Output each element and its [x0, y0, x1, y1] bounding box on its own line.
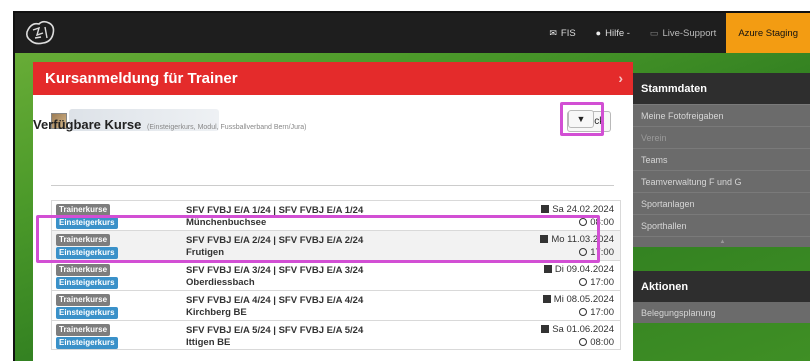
course-date: Mi 08.05.2024 — [542, 294, 614, 305]
environment-badge[interactable]: Azure Staging — [726, 13, 810, 53]
sidebar-item-sporthallen[interactable]: Sporthallen — [633, 214, 810, 236]
sidebar-heading-label: Stammdaten — [641, 82, 708, 95]
environment-label: Azure Staging — [738, 27, 798, 39]
badges: Trainerkurse Einsteigerkurs — [56, 324, 118, 350]
course-row[interactable]: Trainerkurse Einsteigerkurs SFV FVBJ E/A… — [51, 290, 621, 320]
nav-help[interactable]: ● Hilfe - — [586, 13, 640, 53]
course-title: SFV FVBJ E/A 4/24 | SFV FVBJ E/A 4/24 — [186, 295, 364, 306]
course-level-badge: Einsteigerkurs — [56, 277, 118, 289]
course-time-text: 08:00 — [590, 337, 614, 348]
course-place: Oberdiessbach — [186, 277, 255, 288]
course-time-text: 17:00 — [590, 307, 614, 318]
filter-button[interactable]: ▼ — [568, 110, 594, 128]
section-divider — [51, 185, 614, 186]
sidebar-item-label: Sportanlagen — [641, 198, 695, 209]
course-date: Sa 01.06.2024 — [541, 324, 614, 335]
course-row[interactable]: Trainerkurse Einsteigerkurs SFV FVBJ E/A… — [51, 260, 621, 290]
clock-icon — [579, 278, 588, 286]
chevron-right-icon[interactable]: › — [618, 70, 623, 86]
clock-icon — [579, 338, 588, 346]
nav-live-support[interactable]: ▭ Live-Support — [640, 13, 726, 53]
help-icon: ● — [595, 28, 602, 38]
sidebar-item-label: Sporthallen — [641, 220, 687, 231]
sidebar-item-label: Meine Fotofreigaben — [641, 110, 724, 121]
section-title-text: Verfügbare Kurse — [33, 117, 142, 132]
course-date-text: Mi 08.05.2024 — [553, 294, 614, 305]
page-title: Kursanmeldung für Trainer — [45, 70, 238, 87]
course-date: Di 09.04.2024 — [543, 264, 614, 275]
calendar-icon — [541, 205, 550, 213]
course-place: Ittigen BE — [186, 337, 231, 348]
course-date-text: Sa 01.06.2024 — [552, 324, 614, 335]
course-level-badge: Einsteigerkurs — [56, 337, 118, 349]
sidebar-item-teams[interactable]: Teams — [633, 148, 810, 170]
sidebar-item-fotofreigaben[interactable]: Meine Fotofreigaben — [633, 104, 810, 126]
course-title: SFV FVBJ E/A 5/24 | SFV FVBJ E/A 5/24 — [186, 325, 364, 336]
nav-live-support-label: Live-Support — [662, 27, 717, 39]
badges: Trainerkurse Einsteigerkurs — [56, 294, 118, 320]
course-time-text: 17:00 — [590, 277, 614, 288]
course-date-text: Di 09.04.2024 — [554, 264, 614, 275]
course-time: 17:00 — [579, 277, 614, 288]
section-title: Verfügbare Kurse (Einsteigerkurs, Modul,… — [33, 117, 307, 132]
calendar-icon — [541, 325, 550, 333]
top-navbar: ✉ FIS ● Hilfe - ▭ Live-Support Azure Sta… — [15, 13, 810, 53]
sidebar-heading-aktionen: Aktionen — [633, 271, 810, 302]
sidebar-item-label: Teams — [641, 154, 668, 165]
sidebar-item-verein[interactable]: Verein — [633, 126, 810, 148]
sidebar-item-belegungsplanung[interactable]: Belegungsplanung — [633, 302, 810, 323]
selected-row-highlight — [36, 215, 600, 263]
scroll-up-icon[interactable]: ▲ — [633, 236, 810, 247]
course-time: 08:00 — [579, 337, 614, 348]
course-place: Kirchberg BE — [186, 307, 247, 318]
section-subtitle: (Einsteigerkurs, Modul, Fussballverband … — [147, 124, 307, 131]
sidebar-item-label: Teamverwaltung F und G — [641, 176, 742, 187]
chat-icon: ▭ — [649, 27, 659, 38]
sidebar-item-label: Belegungsplanung — [641, 307, 716, 318]
course-time: 17:00 — [579, 307, 614, 318]
course-type-badge: Trainerkurse — [56, 264, 111, 276]
envelope-icon: ✉ — [549, 27, 557, 38]
clock-icon — [579, 308, 588, 316]
course-date: Sa 24.02.2024 — [541, 204, 614, 215]
sidebar-item-label: Verein — [641, 132, 667, 143]
nav-fis[interactable]: ✉ FIS — [539, 13, 585, 53]
app-window: ✉ FIS ● Hilfe - ▭ Live-Support Azure Sta… — [13, 11, 810, 361]
federation-logo-icon[interactable] — [23, 18, 59, 48]
course-date-text: Sa 24.02.2024 — [552, 204, 614, 215]
course-title: SFV FVBJ E/A 3/24 | SFV FVBJ E/A 3/24 — [186, 265, 364, 276]
course-level-badge: Einsteigerkurs — [56, 307, 118, 319]
sidebar-item-sportanlagen[interactable]: Sportanlagen — [633, 192, 810, 214]
sidebar-heading-label: Aktionen — [641, 280, 689, 293]
sidebar-heading-stammdaten: Stammdaten — [633, 73, 810, 104]
nav-fis-label: FIS — [560, 27, 576, 39]
card-header: Kursanmeldung für Trainer › — [33, 62, 633, 95]
calendar-icon — [543, 265, 552, 273]
filter-icon: ▼ — [576, 114, 586, 124]
course-row[interactable]: Trainerkurse Einsteigerkurs SFV FVBJ E/A… — [51, 320, 621, 350]
nav-help-label: Hilfe - — [605, 27, 630, 39]
calendar-icon — [542, 295, 551, 303]
course-type-badge: Trainerkurse — [56, 294, 111, 306]
sidebar: Stammdaten Meine Fotofreigaben Verein Te… — [633, 73, 810, 361]
course-type-badge: Trainerkurse — [56, 324, 111, 336]
badges: Trainerkurse Einsteigerkurs — [56, 264, 118, 290]
top-nav: ✉ FIS ● Hilfe - ▭ Live-Support Azure Sta… — [539, 13, 810, 53]
sidebar-item-teamverwaltung[interactable]: Teamverwaltung F und G — [633, 170, 810, 192]
